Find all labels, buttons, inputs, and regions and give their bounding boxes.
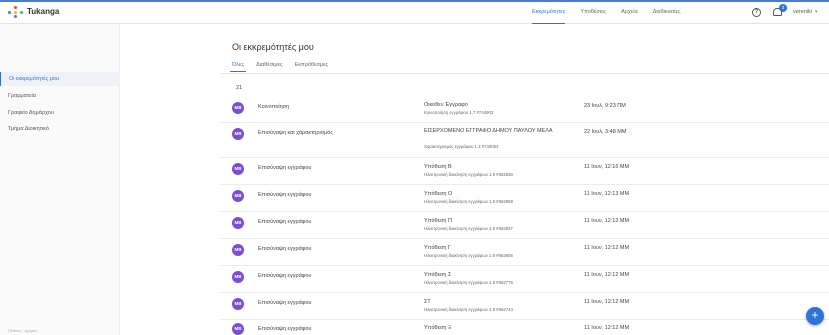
row-date: 11 Ιουν, 12:13 ΜΜ xyxy=(584,218,630,224)
row-action: Επισύναψη εγγράφου xyxy=(258,300,312,306)
row-action: Επισύναψη εγγράφου xyxy=(258,192,312,198)
table-row[interactable]: MB Επισύναψη εγγράφου Υπόθεση Ξ 11 Ιουν,… xyxy=(220,320,829,335)
nav-pending[interactable]: Εκκρεμότητες xyxy=(532,0,566,24)
table-row[interactable]: MB Επισύναψη εγγράφου ΣΤ Ηλεκτρονική δια… xyxy=(220,293,829,320)
add-button[interactable]: + xyxy=(806,307,824,325)
row-doc-title: Υπόθεση Σ xyxy=(424,272,452,278)
row-doc-title: Υπόθεση Ξ xyxy=(424,325,452,331)
sidebar-item-my-pending[interactable]: Οι εκκρεμότητές μου xyxy=(0,72,120,86)
main-nav: Εκκρεμότητες Υποθέσεις Αρχεία Διαδικασίε… xyxy=(532,0,696,24)
row-doc-title: ΕΙΣΕΡΧΟΜΕΝΟ ΕΓΓΡΑΦΟ ΔΗΜΟΥ ΠΑΥΛΟΥ ΜΕΛΑ xyxy=(424,128,553,134)
sidebar-item-mayor-office[interactable]: Γραφείο Δημάρχου xyxy=(0,106,120,120)
nav-processes[interactable]: Διαδικασίες xyxy=(653,0,681,24)
avatar: MB xyxy=(232,244,244,256)
top-bar: Tukanga Εκκρεμότητες Υποθέσεις Αρχεία Δι… xyxy=(0,0,829,24)
row-doc-subtitle: Ηλεκτρονική διακίνηση εγγράφων 1.9 #6628… xyxy=(424,226,513,231)
avatar: MB xyxy=(232,323,244,335)
nav-cases[interactable]: Υποθέσεις xyxy=(580,0,606,24)
avatar: MB xyxy=(232,271,244,283)
row-doc-subtitle: Χαρακτηρισμός εγγράφου 1.3 #743053 xyxy=(424,144,499,149)
table-row[interactable]: MB Επισύναψη εγγράφου Υπόθεση Π Ηλεκτρον… xyxy=(220,212,829,239)
result-count: 21 xyxy=(236,85,243,91)
logo-icon xyxy=(8,5,24,18)
row-doc-subtitle: Ηλεκτρονική διακίνηση εγγράφων 1.9 #6628… xyxy=(424,199,513,204)
row-date: 11 Ιουν, 12:16 ΜΜ xyxy=(584,164,630,170)
notification-badge: 3 xyxy=(779,4,787,12)
tabs: Όλες Διαθέσιμες Εκπρόθεσμες xyxy=(229,60,340,72)
sidebar-item-admin-dept[interactable]: Τμήμα Διοικητικό xyxy=(0,122,120,136)
table-row[interactable]: MB Κοινοποίηση Οικοθεν Έγγραφο Κοινοποίη… xyxy=(220,96,829,123)
tabs-divider xyxy=(220,73,829,74)
sidebar-item-secretariat[interactable]: Γραμματεία xyxy=(0,89,120,103)
row-doc-title: Υπόθεση Ο xyxy=(424,191,453,197)
app-name: Tukanga xyxy=(27,7,60,16)
row-doc-title: Υπόθεση Β xyxy=(424,164,452,170)
avatar: MB xyxy=(232,217,244,229)
row-action: Επισύναψη εγγράφου xyxy=(258,219,312,225)
top-accent-line xyxy=(0,0,829,2)
row-date: 11 Ιουν, 12:12 ΜΜ xyxy=(584,299,630,305)
row-doc-subtitle: Κοινοποίηση εγγράφου 1.7 #744903 xyxy=(424,110,494,115)
user-menu[interactable]: vereniki xyxy=(793,9,812,15)
help-icon[interactable]: ? xyxy=(752,7,761,17)
avatar: MB xyxy=(232,190,244,202)
row-date: 11 Ιουν, 12:12 ΜΜ xyxy=(584,245,630,251)
chevron-down-icon[interactable]: ▾ xyxy=(815,9,818,15)
row-date: 11 Ιουν, 12:12 ΜΜ xyxy=(584,325,630,331)
row-doc-subtitle: Ηλεκτρονική διακίνηση εγγράφων 1.9 #6627… xyxy=(424,280,513,285)
tab-overdue[interactable]: Εκπρόθεσμες xyxy=(295,60,329,72)
row-doc-title: Υπόθεση Γ xyxy=(424,245,452,251)
sidebar-footer: Πλάνος - Αρχική xyxy=(8,328,37,333)
row-doc-title: Οικοθεν Έγγραφο xyxy=(424,102,468,108)
row-date: 22 Ιουλ, 3:48 ΜΜ xyxy=(584,129,627,135)
avatar: MB xyxy=(232,163,244,175)
table-row[interactable]: MB Επισύναψη εγγράφου Υπόθεση Β Ηλεκτρον… xyxy=(220,158,829,185)
row-doc-subtitle: Ηλεκτρονική διακίνηση εγγράφων 1.9 #6627… xyxy=(424,307,513,312)
avatar: MB xyxy=(232,102,244,114)
table-row[interactable]: MB Επισύναψη εγγράφου Υπόθεση Σ Ηλεκτρον… xyxy=(220,266,829,293)
table-row[interactable]: MB Επισύναψη και χαρακτηρισμός ΕΙΣΕΡΧΟΜΕ… xyxy=(220,123,829,158)
row-doc-title: Υπόθεση Π xyxy=(424,218,452,224)
app-logo[interactable]: Tukanga xyxy=(8,5,60,18)
sidebar: Οι εκκρεμότητές μου Γραμματεία Γραφείο Δ… xyxy=(0,24,120,335)
row-date: 11 Ιουν, 12:13 ΜΜ xyxy=(584,191,630,197)
row-action: Κοινοποίηση xyxy=(258,104,290,110)
row-action: Επισύναψη εγγράφου xyxy=(258,246,312,252)
row-action: Επισύναψη εγγράφου xyxy=(258,326,312,332)
row-action: Επισύναψη και χαρακτηρισμός xyxy=(258,130,333,136)
row-date: 11 Ιουν, 12:12 ΜΜ xyxy=(584,272,630,278)
row-doc-subtitle: Ηλεκτρονική διακίνηση εγγράφων 1.9 #6629… xyxy=(424,172,513,177)
page-title: Οι εκκρεμότητές μου xyxy=(232,42,314,52)
main-content: Οι εκκρεμότητές μου Όλες Διαθέσιμες Εκπρ… xyxy=(120,24,829,335)
table-row[interactable]: MB Επισύναψη εγγράφου Υπόθεση Ο Ηλεκτρον… xyxy=(220,185,829,212)
avatar: MB xyxy=(232,298,244,310)
tab-all[interactable]: Όλες xyxy=(229,60,247,72)
row-doc-title: ΣΤ xyxy=(424,299,431,305)
tab-available[interactable]: Διαθέσιμες xyxy=(256,60,282,72)
avatar: MB xyxy=(232,128,244,140)
row-action: Επισύναψη εγγράφου xyxy=(258,273,312,279)
row-doc-subtitle: Ηλεκτρονική διακίνηση εγγράφων 1.9 #6628… xyxy=(424,253,513,258)
row-action: Επισύναψη εγγράφου xyxy=(258,165,312,171)
top-icons: ? 3 vereniki ▾ xyxy=(752,0,817,24)
nav-files[interactable]: Αρχεία xyxy=(621,0,638,24)
table-row[interactable]: MB Επισύναψη εγγράφου Υπόθεση Γ Ηλεκτρον… xyxy=(220,239,829,266)
notifications-button[interactable]: 3 xyxy=(773,4,787,17)
row-date: 23 Ιουλ, 9:23 ΠΜ xyxy=(584,103,626,109)
